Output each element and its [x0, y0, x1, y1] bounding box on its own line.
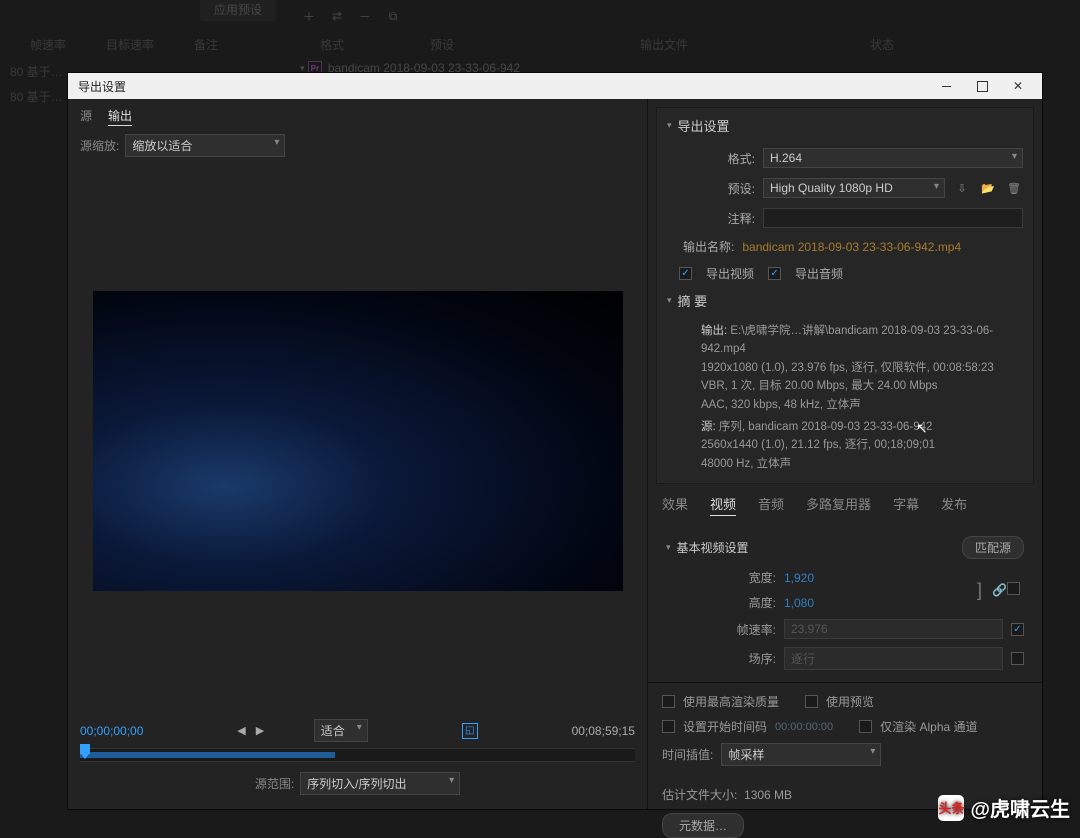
format-label: 格式:: [695, 150, 755, 167]
summary-header: 摘 要: [678, 291, 708, 310]
watermark: 头条 @虎啸云生: [938, 793, 1070, 822]
basic-video-header: 基本视频设置: [677, 539, 749, 556]
bg-col-fps: 帧速率: [10, 36, 86, 53]
tab-audio[interactable]: 音频: [758, 494, 784, 516]
width-label: 宽度:: [726, 569, 776, 586]
chevron-down-icon[interactable]: ▾: [667, 120, 672, 131]
use-preview-checkbox[interactable]: [805, 695, 818, 708]
scale-label: 源缩放:: [80, 137, 119, 154]
tab-effects[interactable]: 效果: [662, 494, 688, 516]
timeline-range: [80, 752, 335, 758]
fps-match-checkbox[interactable]: [1011, 623, 1024, 636]
link-dimensions-icon[interactable]: 🔗: [992, 583, 1007, 597]
delete-preset-icon[interactable]: 🗑: [1005, 181, 1023, 195]
order-match-checkbox[interactable]: [1011, 652, 1024, 665]
dialog-title: 导出设置: [74, 78, 928, 95]
set-tc-label: 设置开始时间码: [683, 718, 767, 735]
preset-select[interactable]: High Quality 1080p HD: [763, 178, 945, 198]
order-label: 场序:: [726, 650, 776, 667]
width-height-match-checkbox[interactable]: [1007, 582, 1020, 595]
tab-mux[interactable]: 多路复用器: [806, 494, 871, 516]
bg-col-preset: 预设: [410, 36, 620, 53]
tab-video[interactable]: 视频: [710, 494, 736, 516]
add-icon[interactable]: ＋: [300, 7, 318, 25]
minimize-button[interactable]: [928, 74, 964, 98]
start-tc-value[interactable]: 00:00:00:00: [775, 721, 833, 733]
in-timecode[interactable]: 00;00;00;00: [80, 724, 143, 738]
tab-source[interactable]: 源: [80, 107, 92, 126]
interp-select[interactable]: 帧采样: [721, 743, 881, 766]
bg-col-target: 目标速率: [86, 36, 174, 53]
tab-captions[interactable]: 字幕: [893, 494, 919, 516]
export-video-checkbox[interactable]: [679, 267, 692, 280]
export-audio-label: 导出音频: [795, 265, 843, 282]
timeline[interactable]: [80, 748, 635, 762]
export-audio-checkbox[interactable]: [768, 267, 781, 280]
format-select[interactable]: H.264: [763, 148, 1023, 168]
maximize-button[interactable]: [964, 74, 1000, 98]
set-tc-checkbox[interactable]: [662, 720, 675, 733]
filesize-label: 估计文件大小:: [662, 788, 737, 802]
save-preset-icon[interactable]: ⇩: [953, 181, 971, 195]
comment-label: 注释:: [695, 210, 755, 227]
output-name-link[interactable]: bandicam 2018-09-03 23-33-06-942.mp4: [742, 240, 961, 254]
outname-label: 输出名称:: [683, 238, 734, 255]
fps-label: 帧速率:: [726, 621, 776, 638]
max-quality-checkbox[interactable]: [662, 695, 675, 708]
tab-publish[interactable]: 发布: [941, 494, 967, 516]
tab-output[interactable]: 输出: [108, 107, 132, 126]
chevron-down-icon[interactable]: ▾: [667, 295, 672, 306]
source-range-select[interactable]: 序列切入/序列切出: [300, 772, 460, 795]
titlebar: 导出设置: [68, 73, 1042, 99]
filesize-value: 1306 MB: [744, 788, 792, 802]
crop-icon[interactable]: ◱: [462, 723, 478, 739]
link-bracket-icon: ]: [977, 580, 982, 601]
preview-pane: 源 输出 源缩放: 缩放以适合 00;00;00;00 ◀ ▶ 适合: [68, 99, 648, 809]
height-label: 高度:: [726, 594, 776, 611]
interp-label: 时间插值:: [662, 746, 713, 763]
preview-canvas: [93, 291, 623, 591]
export-settings-dialog: 导出设置 源 输出 源缩放: 缩放以适合 00;00;00;00 ◀: [67, 72, 1043, 810]
zoom-select[interactable]: 适合: [314, 719, 368, 742]
order-input[interactable]: 逐行: [784, 647, 1003, 670]
bg-col-outfile: 输出文件: [620, 36, 850, 53]
bg-col-status: 状态: [850, 36, 914, 53]
chevron-down-icon[interactable]: ▾: [666, 542, 671, 553]
out-timecode: 00;08;59;15: [572, 724, 635, 738]
comment-input[interactable]: [763, 208, 1023, 228]
step-fwd-icon[interactable]: ▶: [256, 724, 264, 737]
alpha-checkbox[interactable]: [859, 720, 872, 733]
step-back-icon[interactable]: ◀: [237, 724, 245, 737]
close-button[interactable]: [1000, 74, 1036, 98]
scale-select[interactable]: 缩放以适合: [125, 134, 285, 157]
source-range-label: 源范围:: [255, 775, 294, 792]
watermark-text: @虎啸云生: [970, 793, 1070, 822]
apply-preset-button[interactable]: 应用预设: [200, 0, 276, 21]
bg-col-format: 格式: [300, 36, 410, 53]
export-settings-header: 导出设置: [678, 116, 730, 135]
height-value[interactable]: 1,080: [784, 596, 814, 610]
export-video-label: 导出视频: [706, 265, 754, 282]
width-value[interactable]: 1,920: [784, 571, 814, 585]
settings-icon[interactable]: ⇄: [328, 7, 346, 25]
bg-col-notes: 备注: [174, 36, 238, 53]
playhead[interactable]: [80, 744, 90, 754]
use-preview-label: 使用预览: [826, 693, 874, 710]
max-quality-label: 使用最高渲染质量: [683, 693, 779, 710]
duplicate-icon[interactable]: ⧉: [384, 7, 402, 25]
summary-block: 输出: E:\虎啸学院…讲解\bandicam 2018-09-03 23-33…: [657, 318, 1033, 483]
remove-icon[interactable]: －: [356, 7, 374, 25]
import-preset-icon[interactable]: 📂: [979, 181, 997, 195]
settings-pane: ▾ 导出设置 格式: H.264 预设: High Quality 1080p H…: [648, 99, 1042, 809]
toutiao-logo-icon: 头条: [938, 795, 964, 821]
alpha-label: 仅渲染 Alpha 通道: [880, 718, 977, 735]
match-source-button[interactable]: 匹配源: [962, 536, 1024, 559]
preset-label: 预设:: [695, 180, 755, 197]
fps-input[interactable]: 23.976: [784, 619, 1003, 639]
